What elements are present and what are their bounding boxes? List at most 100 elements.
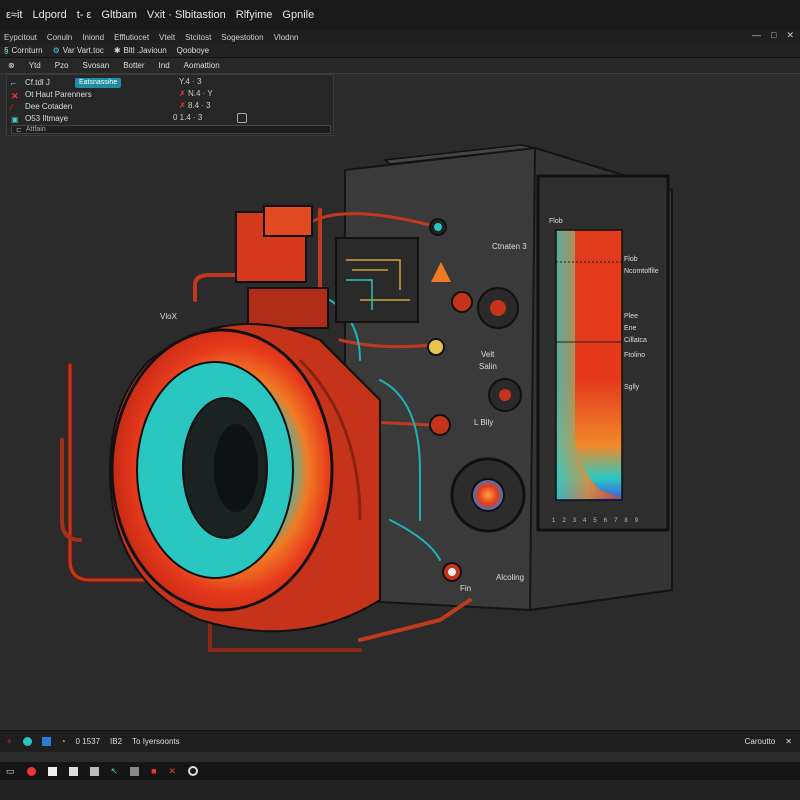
delete-icon[interactable]: ✗ — [179, 89, 186, 98]
status-item-2: IB2 — [110, 737, 123, 746]
panel-row-value: ✗ 8.4 · 3 — [179, 101, 211, 110]
label-right-mid-a: Velt — [481, 350, 495, 359]
cancel-icon[interactable]: ✕ — [169, 766, 177, 777]
toolbar-item-2[interactable]: ⚙ Var Vart.toc — [53, 46, 104, 55]
panel-row-value: 0 1.4 · 3 — [173, 113, 203, 122]
bottom-strip — [0, 780, 800, 800]
title-item-4[interactable]: Gltbam — [101, 9, 136, 21]
label-fin: Fin — [460, 584, 472, 593]
legend-item: Ncomtolfile — [624, 268, 659, 275]
panel-row-value: ✗ N.4 · Y — [179, 89, 213, 98]
status-item-3[interactable]: To Iyersoonts — [132, 737, 180, 746]
label-bottom: Alcoling — [496, 573, 525, 582]
tab-5[interactable]: Ind — [159, 61, 170, 70]
panel-row-value-text: 8.4 · 3 — [187, 101, 211, 110]
menu-item-2[interactable]: Conuln — [47, 33, 72, 42]
search-input[interactable]: ⊏ Attfain — [11, 125, 331, 134]
menu-item-8[interactable]: Vlodnn — [274, 33, 299, 42]
toolbar-item-3[interactable]: ✱ Bltl .Javioun — [114, 46, 167, 55]
panel-row-value: Y.4 · 3 — [179, 77, 202, 86]
panel-row[interactable]: ▣ O53 Iltmaye — [11, 113, 68, 124]
axis-tick: 6 — [603, 518, 608, 524]
panel-row[interactable]: ⁄ Dee Cotaden — [11, 101, 72, 112]
status-dot-icon — [22, 737, 32, 746]
label-right-lower: L Blly — [474, 418, 494, 427]
keyboard-icon[interactable]: ▭ — [6, 766, 15, 777]
label-left: VloX — [160, 312, 177, 321]
panel-row[interactable]: ✕ Ot Haut Parenners — [11, 89, 92, 101]
panel-row-toggle[interactable] — [237, 113, 247, 125]
tools-icon: ✱ — [113, 46, 121, 55]
close-icon[interactable]: ✕ — [786, 30, 794, 41]
legend-item: Ftolino — [624, 352, 646, 359]
menu-item-3[interactable]: Iniond — [82, 33, 104, 42]
search-placeholder: Attfain — [25, 126, 46, 133]
alert-icon[interactable]: ✧ — [6, 737, 13, 746]
close-red-icon: ✕ — [11, 90, 19, 101]
title-item-3[interactable]: t- ε — [77, 9, 92, 21]
turbine-drum — [108, 323, 381, 633]
settings-icon[interactable]: ⊗ — [8, 61, 15, 70]
menu-item-5[interactable]: Vtelt — [159, 33, 175, 42]
status-right[interactable]: Caroutto — [745, 737, 776, 746]
menu-item-7[interactable]: Sogestotion — [221, 33, 263, 42]
panel-row[interactable]: ⌐ Cf.tdl J Eatsnassihe — [11, 77, 122, 88]
axis-tick: 4 — [583, 518, 587, 524]
tab-4[interactable]: Botter — [123, 61, 144, 70]
close-icon[interactable]: ✕ — [785, 737, 792, 746]
menu-item-6[interactable]: Stcitost — [185, 33, 211, 42]
toolbar-item-1[interactable]: § Cornturn — [4, 46, 43, 55]
tab-2[interactable]: Pzo — [55, 61, 69, 70]
minimize-icon[interactable]: — — [752, 30, 761, 41]
title-bar: ε≈it Ldpord t- ε Gltbam Vxit · Slbitasti… — [0, 0, 800, 30]
window-controls: — □ ✕ — [752, 30, 794, 41]
grid-icon[interactable] — [41, 737, 51, 746]
legend-item: Flob — [624, 256, 638, 263]
toolbar: § Cornturn ⚙ Var Vart.toc ✱ Bltl .Javiou… — [0, 44, 800, 58]
heatmap-panel — [555, 229, 623, 501]
legend-item: Ene — [624, 325, 637, 332]
delete-icon[interactable]: ✗ — [179, 101, 186, 110]
image-icon[interactable] — [89, 766, 99, 776]
folder-icon[interactable] — [130, 766, 140, 776]
title-item-2[interactable]: Ldpord — [32, 9, 66, 21]
cursor-icon[interactable]: ↖ — [111, 766, 119, 777]
taskbar: ▭ ↖ ■ ✕ — [0, 762, 800, 780]
menu-bar: Eypcitout Conuln Iniond Efflutiocet Vtel… — [0, 30, 800, 44]
properties-panel: ⌐ Cf.tdl J Eatsnassihe Y.4 · 3 ✕ Ot Haut… — [6, 74, 334, 136]
tab-1[interactable]: Ytd — [29, 61, 41, 70]
settings-icon[interactable] — [188, 766, 199, 776]
tab-3[interactable]: Svosan — [83, 61, 110, 70]
gauge — [450, 457, 526, 533]
axis-ticks: 1 2 3 4 5 6 7 8 9 — [552, 518, 638, 524]
toolbar-label-3: Bltl .Javioun — [123, 46, 167, 55]
record-icon[interactable] — [26, 766, 36, 776]
legend-item: Plee — [624, 313, 639, 320]
gauge-icon[interactable]: ◔ — [61, 737, 66, 746]
menu-item-4[interactable]: Efflutiocet — [114, 33, 149, 42]
legend-item: Sglly — [624, 384, 640, 391]
pin-icon: ⁄ — [11, 102, 13, 112]
save-icon[interactable] — [68, 766, 78, 776]
title-item-5[interactable]: Vxit · Slbitastion — [147, 9, 226, 21]
expand-icon[interactable]: ⊏ — [16, 126, 22, 134]
panel-row-label: Cf.tdl J — [25, 78, 50, 87]
toggle-icon[interactable] — [237, 113, 247, 123]
title-item-7[interactable]: Gpnile — [282, 9, 314, 21]
tab-6[interactable]: Aomattion — [184, 61, 220, 70]
app-logo-icon: § — [4, 46, 9, 55]
status-chip[interactable]: Eatsnassihe — [75, 77, 122, 88]
toolbar-item-4[interactable]: Qooboye — [177, 46, 209, 55]
legend-item: Flob — [549, 218, 563, 225]
cabinet — [344, 144, 673, 612]
menu-item-1[interactable]: Eypcitout — [4, 33, 37, 42]
label-right-mid-b: Salin — [479, 362, 497, 371]
title-item-6[interactable]: Rlfyime — [236, 9, 273, 21]
stop-icon[interactable]: ■ — [151, 766, 156, 776]
title-item-1[interactable]: ε≈it — [6, 9, 22, 21]
maximize-icon[interactable]: □ — [771, 30, 776, 41]
axis-tick: 5 — [593, 518, 597, 524]
image-icon: ▣ — [11, 114, 19, 124]
tab-bar: ⊗ Ytd Pzo Svosan Botter Ind Aomattion — [0, 58, 800, 74]
file-icon[interactable] — [47, 766, 57, 776]
